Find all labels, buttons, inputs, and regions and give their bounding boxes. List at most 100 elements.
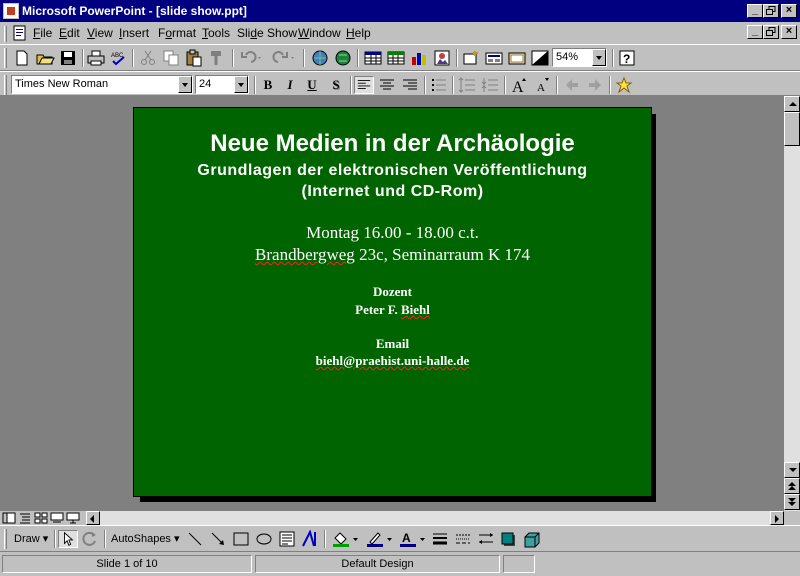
copy-icon[interactable]	[161, 49, 181, 67]
maximize-button[interactable]	[763, 4, 779, 18]
menu-tools[interactable]: Tools	[202, 26, 230, 40]
open-folder-icon[interactable]	[35, 49, 55, 67]
line-style-icon[interactable]	[430, 530, 450, 548]
close-button[interactable]: ×	[781, 4, 797, 18]
arrow-style-icon[interactable]	[476, 530, 496, 548]
menu-edit[interactable]: Edit	[59, 26, 80, 40]
doc-close-button[interactable]: ×	[781, 25, 797, 39]
oval-tool-icon[interactable]	[254, 530, 274, 548]
insert-clip-art-icon[interactable]	[432, 49, 452, 67]
apply-design-icon[interactable]	[507, 49, 527, 67]
spelling-icon[interactable]: ABC	[108, 49, 128, 67]
slide-email-heading[interactable]: Email	[134, 336, 651, 352]
slide-lecturer-name[interactable]: Peter F. Biehl	[134, 302, 651, 318]
decrease-font-size-icon[interactable]: A	[532, 76, 552, 94]
decrease-paragraph-spacing-icon[interactable]	[480, 76, 500, 94]
select-objects-icon[interactable]	[58, 530, 78, 548]
align-center-icon[interactable]	[377, 76, 397, 94]
powerpoint-app-icon[interactable]	[3, 3, 19, 19]
zoom-combo[interactable]: 54%	[552, 48, 607, 67]
format-painter-icon[interactable]	[207, 49, 227, 67]
scroll-left-button[interactable]	[86, 511, 100, 525]
menu-format[interactable]: Format	[158, 26, 196, 40]
align-left-icon[interactable]	[354, 76, 374, 94]
demote-icon[interactable]	[585, 76, 605, 94]
web-toolbar-icon[interactable]	[333, 49, 353, 67]
underline-button[interactable]: U	[302, 76, 322, 94]
zoom-dropdown-arrow[interactable]	[592, 49, 606, 66]
promote-icon[interactable]	[562, 76, 582, 94]
slide[interactable]: Neue Medien in der Archäologie Grundlage…	[133, 107, 652, 497]
slide-layout-icon[interactable]	[484, 49, 504, 67]
cut-icon[interactable]	[138, 49, 158, 67]
slide-show-view-icon[interactable]	[66, 512, 80, 524]
outline-view-icon[interactable]	[18, 512, 32, 524]
font-name-combo[interactable]: Times New Roman	[11, 75, 193, 94]
slide-subtitle-line2[interactable]: (Internet und CD-Rom)	[134, 183, 651, 201]
menu-help[interactable]: Help	[346, 26, 371, 40]
paste-icon[interactable]	[184, 49, 204, 67]
bullets-icon[interactable]	[429, 76, 449, 94]
doc-restore-button[interactable]	[763, 25, 779, 39]
office-assistant-help-icon[interactable]: ?	[617, 49, 637, 67]
bold-button[interactable]: B	[258, 76, 278, 94]
horizontal-scrollbar[interactable]	[86, 511, 784, 525]
increase-font-size-icon[interactable]: A	[509, 76, 529, 94]
animation-effects-icon[interactable]	[614, 76, 634, 94]
font-name-dropdown-arrow[interactable]	[178, 76, 192, 93]
arrow-tool-icon[interactable]	[208, 530, 228, 548]
scroll-up-button[interactable]	[784, 96, 800, 112]
free-rotate-icon[interactable]	[80, 530, 100, 548]
slide-subtitle-line1[interactable]: Grundlagen der elektronischen Veröffentl…	[134, 162, 651, 180]
slide-view-icon[interactable]	[34, 512, 48, 524]
font-size-dropdown-arrow[interactable]	[234, 76, 248, 93]
line-tool-icon[interactable]	[185, 530, 205, 548]
previous-slide-button[interactable]	[784, 478, 800, 494]
print-icon[interactable]	[86, 49, 106, 67]
menu-insert[interactable]: Insert	[119, 26, 149, 40]
scroll-thumb[interactable]	[784, 112, 800, 146]
slide-lecturer-heading[interactable]: Dozent	[134, 284, 651, 300]
text-box-tool-icon[interactable]	[277, 530, 297, 548]
scroll-right-button[interactable]	[770, 511, 784, 525]
insert-chart-icon[interactable]	[409, 49, 429, 67]
line-color-icon[interactable]	[364, 530, 394, 548]
doc-minimize-button[interactable]: _	[747, 25, 763, 39]
slide-email[interactable]: biehl@praehist.uni-halle.de	[134, 353, 651, 369]
text-shadow-button[interactable]: S	[326, 76, 346, 94]
slide-location[interactable]: Brandbergweg 23c, Seminarraum K 174	[134, 245, 651, 265]
draw-menu-button[interactable]: Draw ▾	[14, 532, 48, 545]
fill-color-icon[interactable]	[330, 530, 360, 548]
insert-word-table-icon[interactable]	[363, 49, 383, 67]
slide-sorter-view-icon[interactable]	[50, 512, 64, 524]
save-disk-icon[interactable]	[58, 49, 78, 67]
grayscale-preview-icon[interactable]	[530, 49, 550, 67]
minimize-button[interactable]: _	[747, 4, 763, 18]
menu-slide-show[interactable]: Slide Show	[237, 26, 297, 40]
dash-style-icon[interactable]	[453, 530, 473, 548]
slide-title[interactable]: Neue Medien in der Archäologie	[134, 130, 651, 158]
undo-icon[interactable]	[237, 49, 265, 67]
new-slide-icon[interactable]	[461, 49, 481, 67]
new-document-icon[interactable]	[12, 49, 32, 67]
insert-wordart-icon[interactable]	[300, 530, 320, 548]
scroll-down-button[interactable]	[784, 462, 800, 478]
align-right-icon[interactable]	[400, 76, 420, 94]
slide-time[interactable]: Montag 16.00 - 18.00 c.t.	[134, 223, 651, 243]
document-icon[interactable]	[12, 25, 28, 41]
italic-button[interactable]: I	[280, 76, 300, 94]
next-slide-button[interactable]	[784, 494, 800, 510]
shadow-icon[interactable]	[499, 530, 519, 548]
increase-paragraph-spacing-icon[interactable]	[457, 76, 477, 94]
insert-hyperlink-icon[interactable]	[310, 49, 330, 67]
font-size-combo[interactable]: 24	[195, 75, 249, 94]
autoshapes-menu-button[interactable]: AutoShapes ▾	[111, 532, 180, 545]
menu-file[interactable]: File	[33, 26, 52, 40]
redo-icon[interactable]	[270, 49, 298, 67]
menu-window[interactable]: Window	[298, 26, 341, 40]
menu-view[interactable]: View	[87, 26, 113, 40]
normal-view-icon[interactable]	[2, 512, 16, 524]
rectangle-tool-icon[interactable]	[231, 530, 251, 548]
3d-icon[interactable]	[522, 530, 542, 548]
vertical-scrollbar[interactable]	[784, 96, 800, 511]
